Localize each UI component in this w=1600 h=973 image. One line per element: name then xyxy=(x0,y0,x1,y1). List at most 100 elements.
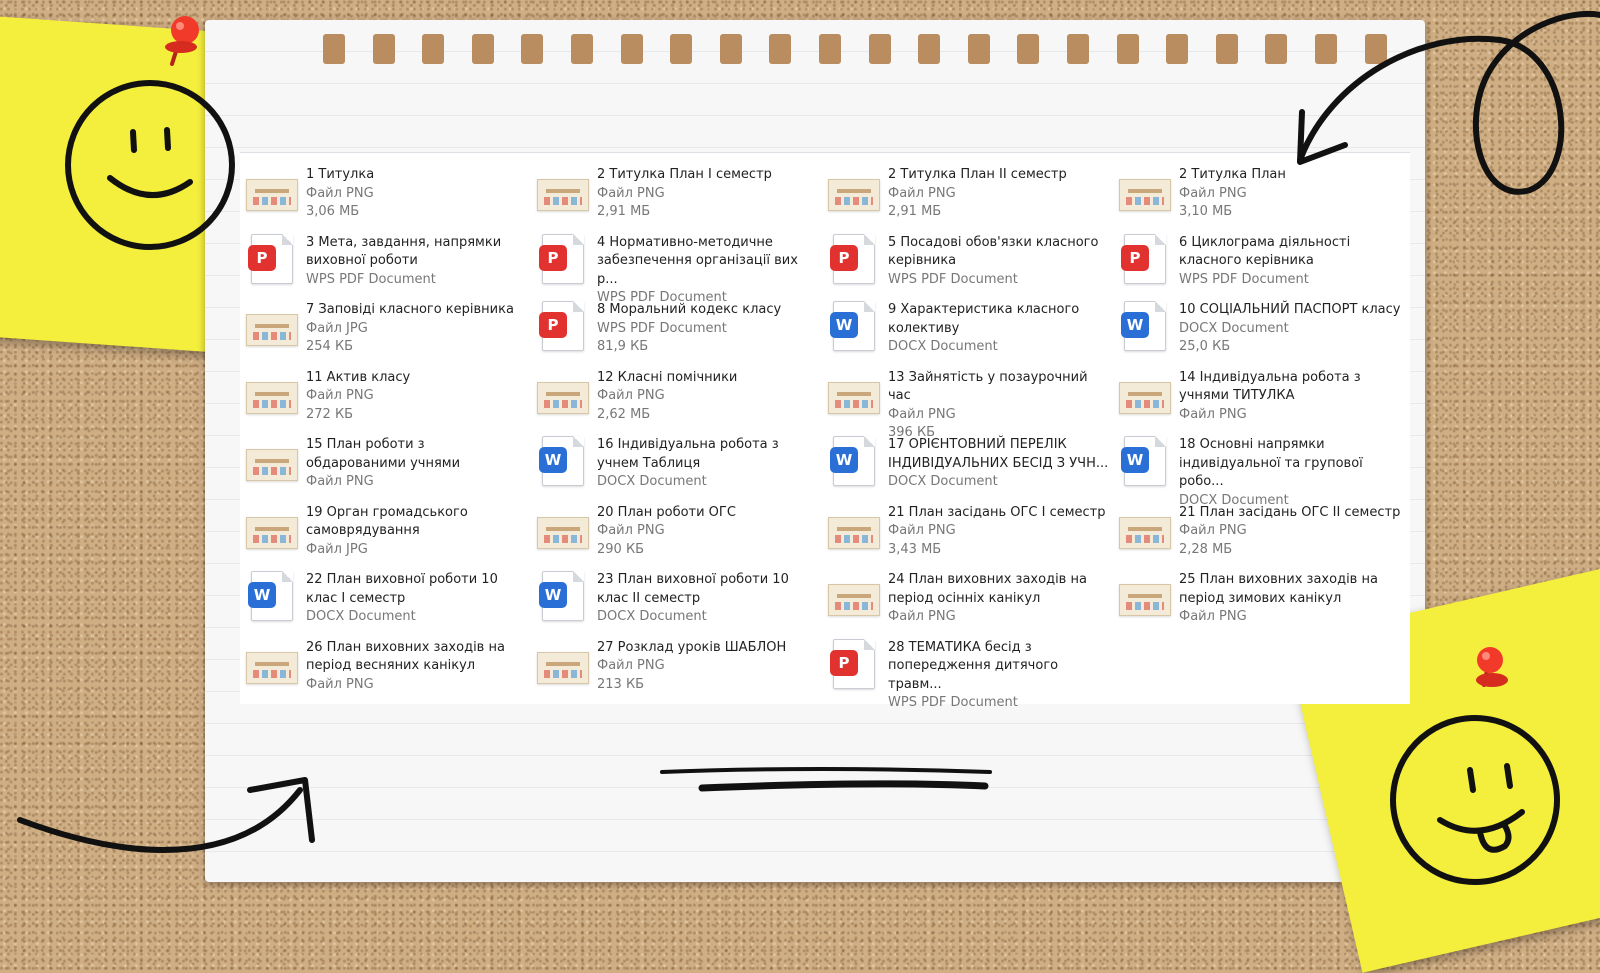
word-icon: W xyxy=(830,301,875,351)
file-name: 2 Титулка План І семестр xyxy=(597,167,772,182)
file-type: WPS PDF Document xyxy=(888,271,1018,287)
file-item-13[interactable]: 11 Актив класу Файл PNG 272 КБ xyxy=(244,363,535,431)
file-size: 3,43 МБ xyxy=(888,541,942,557)
file-item-8[interactable]: P 6 Циклограма діяльності класного керів… xyxy=(1117,228,1408,296)
spiral-hole xyxy=(918,34,941,64)
file-thumbnail xyxy=(244,301,300,351)
image-thumbnail-icon xyxy=(537,179,589,211)
word-icon: W xyxy=(1121,301,1166,351)
file-item-30[interactable]: 27 Розклад уроків ШАБЛОН Файл PNG 213 КБ xyxy=(535,633,826,701)
file-name: 10 СОЦІАЛЬНИЙ ПАСПОРТ класу xyxy=(1179,302,1401,317)
file-name: 13 Зайнятість у позаурочний час xyxy=(888,369,1088,404)
file-item-18[interactable]: W 16 Індивідуальна робота з учнем Таблиц… xyxy=(535,430,826,498)
pdf-icon: P xyxy=(539,301,584,351)
file-size: 290 КБ xyxy=(597,541,645,557)
file-item-27[interactable]: 24 План виховних заходів на період осінн… xyxy=(826,565,1117,633)
file-name: 23 План виховної роботи 10 клас ІІ семес… xyxy=(597,572,789,606)
file-thumbnail xyxy=(1117,166,1173,216)
file-item-23[interactable]: 21 План засідань ОГС І семестр Файл PNG … xyxy=(826,498,1117,566)
image-thumbnail-icon xyxy=(246,449,298,481)
file-thumbnail: W xyxy=(826,301,882,351)
word-icon: W xyxy=(1121,436,1166,486)
file-item-3[interactable]: 2 Титулка План ІІ семестр Файл PNG 2,91 … xyxy=(826,160,1117,228)
file-type: Файл PNG xyxy=(597,388,665,403)
word-icon: W xyxy=(539,436,584,486)
file-item-28[interactable]: 25 План виховних заходів на період зимов… xyxy=(1117,565,1408,633)
file-name: 18 Основні напрямки індивідуальної та гр… xyxy=(1179,437,1363,489)
pdf-icon: P xyxy=(830,638,875,689)
spiral-hole xyxy=(1166,34,1189,64)
file-item-7[interactable]: P 5 Посадові обов'язки класного керівник… xyxy=(826,228,1117,296)
image-thumbnail-icon xyxy=(1119,516,1171,549)
file-thumbnail xyxy=(535,504,591,554)
word-icon: W xyxy=(830,436,875,486)
file-name: 7 Заповіді класного керівника xyxy=(306,302,514,317)
spiral-hole xyxy=(422,34,445,64)
file-item-2[interactable]: 2 Титулка План І семестр Файл PNG 2,91 М… xyxy=(535,160,826,228)
file-type: Файл PNG xyxy=(306,185,374,201)
file-item-6[interactable]: P 4 Нормативно-методичне забезпечення ор… xyxy=(535,228,826,305)
file-name: 19 Орган громадського самоврядування xyxy=(306,504,468,539)
spiral-holes xyxy=(205,34,1425,76)
file-thumbnail xyxy=(535,369,591,419)
file-size: 2,28 МБ xyxy=(1179,541,1233,557)
file-item-31[interactable]: P 28 ТЕМАТИКА бесід з попередження дитяч… xyxy=(826,633,1117,710)
file-item-11[interactable]: W 9 Характеристика класного колективу DO… xyxy=(826,295,1117,363)
image-thumbnail-icon xyxy=(246,314,298,346)
file-item-21[interactable]: 19 Орган громадського самоврядування Фай… xyxy=(244,498,535,566)
file-item-19[interactable]: W 17 ОРІЄНТОВНИЙ ПЕРЕЛІК ІНДИВІДУАЛЬНИХ … xyxy=(826,430,1117,498)
file-type: DOCX Document xyxy=(1179,320,1289,336)
file-name: 6 Циклограма діяльності класного керівни… xyxy=(1179,234,1351,269)
file-item-9[interactable]: 7 Заповіді класного керівника Файл JPG 2… xyxy=(244,295,535,363)
file-type: WPS PDF Document xyxy=(888,695,1018,710)
file-item-4[interactable]: 2 Титулка План Файл PNG 3,10 МБ xyxy=(1117,160,1408,228)
file-item-17[interactable]: 15 План роботи з обдарованими учнями Фай… xyxy=(244,430,535,498)
file-name: 17 ОРІЄНТОВНИЙ ПЕРЕЛІК ІНДИВІДУАЛЬНИХ БЕ… xyxy=(888,437,1109,471)
file-item-24[interactable]: 21 План засідань ОГС ІІ семестр Файл PNG… xyxy=(1117,498,1408,566)
image-thumbnail-icon xyxy=(246,381,298,414)
file-thumbnail xyxy=(244,504,300,554)
file-thumbnail: P xyxy=(826,233,882,284)
file-thumbnail xyxy=(1117,369,1173,419)
file-item-26[interactable]: W 23 План виховної роботи 10 клас ІІ сем… xyxy=(535,565,826,633)
file-name: 27 Розклад уроків ШАБЛОН xyxy=(597,639,787,655)
file-type: Файл PNG xyxy=(1179,406,1247,422)
file-size: 213 КБ xyxy=(597,676,645,692)
file-thumbnail xyxy=(1117,571,1173,621)
file-thumbnail: W xyxy=(1117,301,1173,351)
spiral-hole xyxy=(521,34,544,64)
file-name: 8 Моральний кодекс класу xyxy=(597,302,782,317)
file-thumbnail: W xyxy=(1117,436,1173,486)
file-size: 2,62 МБ xyxy=(597,406,651,422)
file-item-22[interactable]: 20 План роботи ОГС Файл PNG 290 КБ xyxy=(535,498,826,566)
file-item-1[interactable]: 1 Титулка Файл PNG 3,06 МБ xyxy=(244,160,535,228)
file-type: Файл PNG xyxy=(306,388,374,403)
file-type: Файл PNG xyxy=(888,185,956,201)
file-size: 272 КБ xyxy=(306,406,354,422)
file-item-15[interactable]: 13 Зайнятість у позаурочний час Файл PNG… xyxy=(826,363,1117,440)
file-name: 26 План виховних заходів на період весня… xyxy=(306,639,505,674)
file-item-20[interactable]: W 18 Основні напрямки індивідуальної та … xyxy=(1117,430,1408,508)
file-item-12[interactable]: W 10 СОЦІАЛЬНИЙ ПАСПОРТ класу DOCX Docum… xyxy=(1117,295,1408,363)
file-thumbnail: W xyxy=(826,436,882,486)
spiral-hole xyxy=(1364,34,1387,64)
file-item-10[interactable]: P 8 Моральний кодекс класу WPS PDF Docum… xyxy=(535,295,826,363)
file-item-16[interactable]: 14 Індивідуальна робота з учнями ТИТУЛКА… xyxy=(1117,363,1408,431)
file-name: 21 План засідань ОГС ІІ семестр xyxy=(1179,504,1401,520)
file-name: 20 План роботи ОГС xyxy=(597,504,736,520)
file-type: WPS PDF Document xyxy=(597,320,727,336)
image-thumbnail-icon xyxy=(828,381,880,414)
file-item-14[interactable]: 12 Класні помічники Файл PNG 2,62 МБ xyxy=(535,363,826,431)
image-thumbnail-icon xyxy=(1119,584,1171,616)
file-size: 3,10 МБ xyxy=(1179,204,1233,219)
image-thumbnail-icon xyxy=(537,516,589,549)
file-type: Файл PNG xyxy=(888,609,956,624)
file-size: 3,06 МБ xyxy=(306,204,360,219)
file-item-29[interactable]: 26 План виховних заходів на період весня… xyxy=(244,633,535,701)
file-type: Файл PNG xyxy=(888,523,956,538)
spiral-hole xyxy=(819,34,841,64)
file-item-25[interactable]: W 22 План виховної роботи 10 клас І семе… xyxy=(244,565,535,633)
file-thumbnail xyxy=(535,166,591,216)
file-item-5[interactable]: P 3 Мета, завдання, напрямки виховної ро… xyxy=(244,228,535,296)
file-list-panel: 1 Титулка Файл PNG 3,06 МБ 2 Титулка Пла… xyxy=(240,152,1410,710)
